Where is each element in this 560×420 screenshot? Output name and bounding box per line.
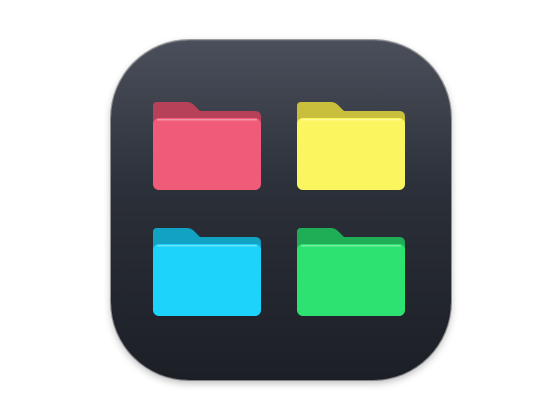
folder-front	[297, 118, 405, 190]
green-folder-glyph	[297, 228, 405, 316]
folder-highlight	[301, 245, 401, 247]
blue-folder-icon	[151, 224, 263, 318]
folder-front	[297, 244, 405, 316]
folder-highlight	[157, 119, 257, 121]
green-folder-icon	[295, 224, 407, 318]
folder-highlight	[301, 119, 401, 121]
folder-highlight	[157, 245, 257, 247]
blue-folder-glyph	[153, 228, 261, 316]
folder-front	[153, 244, 261, 316]
folder-grid-app-icon	[111, 40, 451, 380]
yellow-folder-icon	[295, 98, 407, 192]
folder-front	[153, 118, 261, 190]
red-folder-glyph	[153, 102, 261, 190]
red-folder-icon	[151, 98, 263, 192]
yellow-folder-glyph	[297, 102, 405, 190]
icon-stage	[0, 0, 560, 420]
